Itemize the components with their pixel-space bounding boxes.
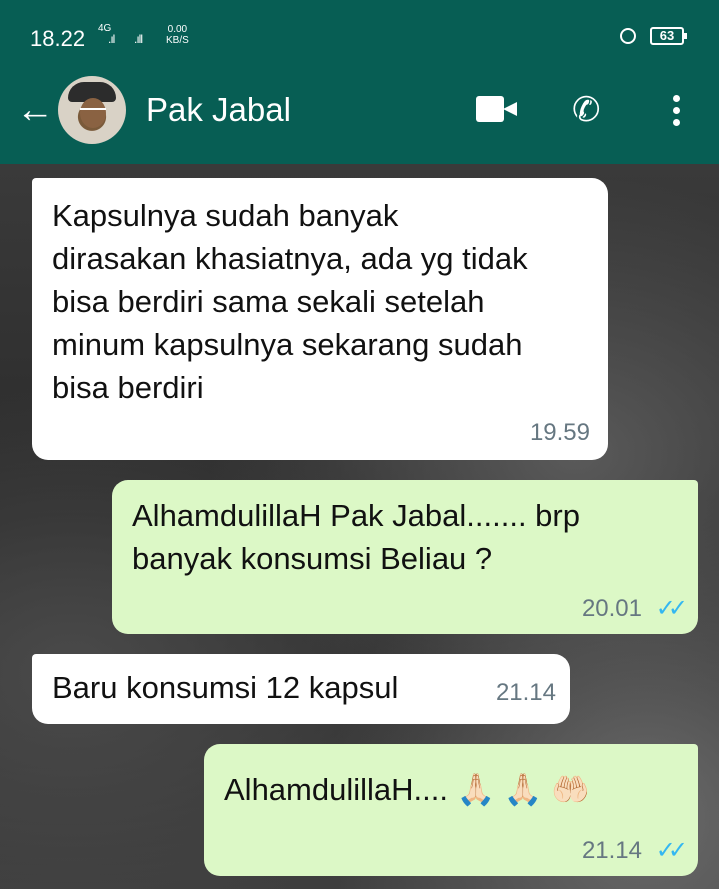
- message-bubble-outgoing[interactable]: AlhamdulillaH Pak Jabal....... brp banya…: [112, 480, 698, 634]
- message-bubble-outgoing[interactable]: AlhamdulillaH.... 🙏🏻 🙏🏻 🤲🏻 21.14 ✓✓: [204, 744, 698, 876]
- video-camera-icon[interactable]: [476, 96, 518, 122]
- double-check-icon: ✓✓: [655, 837, 688, 864]
- message-time: 20.01: [581, 595, 642, 622]
- arrow-left-icon[interactable]: ←: [16, 90, 60, 134]
- lock-rotation-icon: [620, 28, 636, 44]
- message-text: Kapsulnya sudah banyak dirasakan khasiat…: [52, 198, 528, 405]
- message-text: AlhamdulillaH.... 🙏🏻 🙏🏻 🤲🏻: [224, 772, 590, 807]
- message-text: AlhamdulillaH Pak Jabal....... brp banya…: [132, 498, 580, 576]
- speed-value: 0.00: [167, 24, 188, 35]
- status-bar: 18.22 4G .ıl .ıll 0.00 KB/S 63: [0, 0, 719, 72]
- message-time: 21.14: [581, 837, 642, 864]
- message-text: Baru konsumsi 12 kapsul: [52, 670, 399, 705]
- chat-header: ← Pak Jabal ✆: [0, 72, 719, 164]
- battery-icon: 63: [650, 27, 687, 45]
- message-time: 21.14: [495, 679, 556, 706]
- phone-icon[interactable]: ✆: [572, 90, 612, 130]
- more-vertical-icon[interactable]: [664, 92, 688, 128]
- message-bubble-incoming[interactable]: Kapsulnya sudah banyak dirasakan khasiat…: [32, 178, 608, 460]
- double-check-icon: ✓✓: [655, 595, 688, 622]
- speed-unit: KB/S: [166, 35, 189, 46]
- signal-icon: .ıll: [134, 32, 143, 46]
- signal-icon: .ıl: [108, 32, 115, 46]
- avatar[interactable]: [58, 76, 126, 144]
- contact-name[interactable]: Pak Jabal: [146, 91, 291, 129]
- network-speed: 0.00 KB/S: [166, 24, 189, 46]
- message-bubble-incoming[interactable]: Baru konsumsi 12 kapsul 21.14: [32, 654, 570, 724]
- status-time: 18.22: [30, 26, 86, 51]
- message-time: 19.59: [529, 419, 590, 446]
